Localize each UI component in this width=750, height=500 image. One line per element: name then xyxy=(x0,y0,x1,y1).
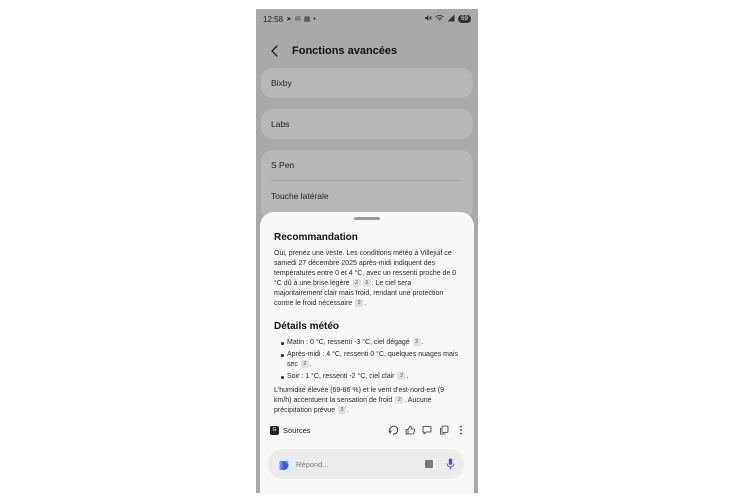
card-bixby: Bixby xyxy=(261,68,473,98)
citation-badge[interactable]: 2 xyxy=(300,360,309,368)
recommendation-paragraph: Oui, prenez une veste. Les conditions mé… xyxy=(274,249,460,309)
list-item: Soir : 1 °C, ressenti -2 °C, ciel clair … xyxy=(274,372,460,382)
citation-badge[interactable]: 2 xyxy=(397,372,406,380)
card-labs: Labs xyxy=(261,109,473,139)
response-actions-row: G Sources xyxy=(270,423,466,437)
settings-item-bixby[interactable]: Bixby xyxy=(261,68,473,98)
status-time: 12:58 xyxy=(263,14,284,24)
message-icon: ✉ xyxy=(294,15,301,23)
status-right: 69 xyxy=(424,14,471,24)
regenerate-icon[interactable] xyxy=(388,425,398,435)
reply-input-bar xyxy=(268,449,464,479)
sheet-drag-handle[interactable] xyxy=(354,217,380,220)
citation-badge[interactable]: 3 xyxy=(362,279,371,287)
dot-icon: • xyxy=(313,15,316,23)
back-arrow-icon[interactable] xyxy=(268,44,282,58)
copy-icon[interactable] xyxy=(439,425,449,435)
action-icons xyxy=(388,425,466,435)
signal-icon xyxy=(447,14,455,24)
stop-icon[interactable] xyxy=(425,460,433,468)
sources-icon: G xyxy=(270,425,279,435)
list-item: Matin : 0 °C, ressenti -3 °C, ciel dégag… xyxy=(274,338,460,348)
citation-badge[interactable]: 2 xyxy=(412,338,421,346)
recommendation-heading: Recommandation xyxy=(274,232,358,243)
feedback-icon[interactable] xyxy=(422,425,432,435)
footer-text-3: . xyxy=(347,407,349,414)
list-item-text: Soir : 1 °C, ressenti -2 °C, ciel clair xyxy=(287,373,395,380)
assistant-bottom-sheet: Recommandation Oui, prenez une veste. Le… xyxy=(260,212,474,493)
battery-indicator: 69 xyxy=(458,15,471,23)
citation-badge[interactable]: 2 xyxy=(352,279,361,287)
more-icon[interactable] xyxy=(456,425,466,435)
assistant-icon xyxy=(278,458,290,470)
citation-badge[interactable]: 2 xyxy=(355,299,364,307)
status-left: 12:58 ➤ ✉ ▦ • xyxy=(263,15,316,24)
recommendation-text-3: . xyxy=(364,300,367,307)
weather-details-list: Matin : 0 °C, ressenti -3 °C, ciel dégag… xyxy=(274,338,460,382)
settings-item-side-key[interactable]: Touche latérale xyxy=(261,181,473,211)
list-item-text: Matin : 0 °C, ressenti -3 °C, ciel dégag… xyxy=(287,339,410,346)
card-pen-sidekey: S Pen Touche latérale xyxy=(261,150,473,220)
phone-screen: 12:58 ➤ ✉ ▦ • 69 Fonctions avancées Bixb… xyxy=(256,9,478,493)
sources-label: Sources xyxy=(283,425,311,435)
status-bar: 12:58 ➤ ✉ ▦ • 69 xyxy=(256,9,478,29)
gallery-icon: ▦ xyxy=(303,15,311,23)
send-icon: ➤ xyxy=(286,15,292,23)
citation-badge[interactable]: 3 xyxy=(338,406,347,414)
thumbs-up-icon[interactable] xyxy=(405,425,415,435)
list-item-text: Après-midi : 4 °C, ressenti 0 °C, quelqu… xyxy=(287,351,458,368)
mic-icon[interactable] xyxy=(445,458,455,470)
reply-input[interactable] xyxy=(296,457,425,471)
details-footer-paragraph: L'humidité élevée (69-86 %) et le vent d… xyxy=(274,386,460,416)
page-title: Fonctions avancées xyxy=(292,45,398,57)
settings-item-s-pen[interactable]: S Pen xyxy=(261,150,473,180)
weather-details-heading: Détails météo xyxy=(274,321,340,332)
response-content: Recommandation Oui, prenez une veste. Le… xyxy=(274,232,460,416)
mute-icon xyxy=(424,14,432,24)
list-item: Après-midi : 4 °C, ressenti 0 °C, quelqu… xyxy=(274,350,460,370)
weather-details-section: Détails météo Matin : 0 °C, ressenti -3 … xyxy=(274,321,460,416)
citation-badge[interactable]: 2 xyxy=(395,396,404,404)
sources-button[interactable]: G Sources xyxy=(270,425,311,435)
settings-item-labs[interactable]: Labs xyxy=(261,109,473,139)
page-header: Fonctions avancées xyxy=(256,39,478,63)
wifi-icon xyxy=(435,14,444,24)
